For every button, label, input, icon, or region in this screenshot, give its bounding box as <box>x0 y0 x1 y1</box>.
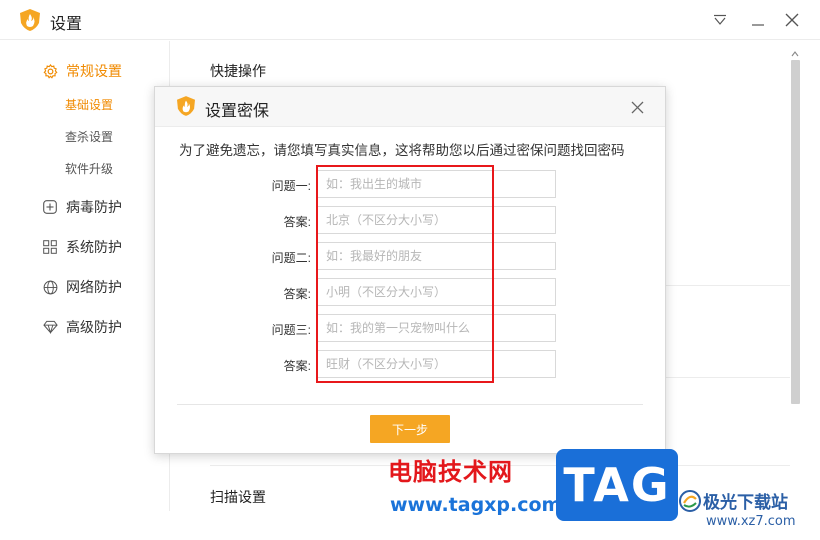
watermark-site-url: www.tagxp.com <box>390 494 562 516</box>
question-2-input[interactable] <box>317 242 556 270</box>
scroll-up-arrow-icon[interactable] <box>791 50 799 58</box>
sidebar-item-advanced-protection[interactable]: 高级防护 <box>42 315 122 339</box>
next-step-button[interactable]: 下一步 <box>370 415 450 443</box>
sidebar-item-label: 系统防护 <box>66 239 122 255</box>
dropdown-menu-button[interactable] <box>708 8 732 32</box>
watermark-xz-name: 极光下载站 <box>703 493 788 513</box>
dropdown-icon <box>714 14 726 25</box>
sidebar-item-general-settings[interactable]: 常规设置 <box>42 59 122 83</box>
answer-2-label: 答案: <box>283 287 311 301</box>
sidebar-item-virus-protection[interactable]: 病毒防护 <box>42 195 122 219</box>
answer-3-label: 答案: <box>283 359 311 373</box>
sidebar-item-label: 常规设置 <box>66 63 122 79</box>
question-1-label: 问题一: <box>271 179 311 193</box>
globe-icon <box>42 279 58 295</box>
diamond-icon <box>42 319 58 335</box>
sidebar-item-label: 病毒防护 <box>66 199 122 215</box>
sidebar-subitem-software-upgrade[interactable]: 软件升级 <box>65 160 113 178</box>
window-title: 设置 <box>50 16 83 33</box>
answer-2-input[interactable] <box>317 278 556 306</box>
close-icon <box>631 101 643 113</box>
title-bar: 设置 <box>0 0 820 40</box>
section-divider <box>666 377 790 378</box>
dialog-divider <box>177 404 643 405</box>
dialog-title: 设置密保 <box>205 103 270 120</box>
answer-3-input[interactable] <box>317 350 556 378</box>
dialog-header: 设置密保 <box>155 87 665 127</box>
gear-icon <box>42 63 58 79</box>
sidebar-subitem-basic-settings[interactable]: 基础设置 <box>65 96 113 114</box>
plus-square-icon <box>42 199 58 215</box>
question-3-input[interactable] <box>317 314 556 342</box>
dialog-description: 为了避免遗忘，请您填写真实信息，这将帮助您以后通过密保问题找回密码 <box>179 143 625 158</box>
section-title-scan-settings: 扫描设置 <box>210 489 266 505</box>
sidebar-item-label: 网络防护 <box>66 279 122 295</box>
xz-logo-icon <box>679 490 701 512</box>
question-2-label: 问题二: <box>271 251 311 265</box>
question-1-input[interactable] <box>317 170 556 198</box>
sidebar-subitem-scan-settings[interactable]: 查杀设置 <box>65 128 113 146</box>
sidebar-item-network-protection[interactable]: 网络防护 <box>42 275 122 299</box>
minimize-button[interactable] <box>746 8 770 32</box>
question-3-label: 问题三: <box>271 323 311 337</box>
section-title-quick-actions: 快捷操作 <box>210 63 266 79</box>
section-divider <box>666 285 790 286</box>
close-window-button[interactable] <box>780 8 804 32</box>
sidebar-item-system-protection[interactable]: 系统防护 <box>42 235 122 259</box>
scrollbar-thumb[interactable] <box>791 60 800 404</box>
windows-icon <box>42 239 58 255</box>
watermark-xz-url: www.xz7.com <box>706 514 796 529</box>
app-logo-icon <box>20 9 40 31</box>
answer-1-label: 答案: <box>283 215 311 229</box>
minimize-icon <box>752 24 764 26</box>
watermark-site-name: 电脑技术网 <box>388 458 513 486</box>
app-logo-icon <box>177 96 195 116</box>
dialog-close-button[interactable] <box>627 97 647 117</box>
close-icon <box>785 13 799 27</box>
security-question-dialog: 设置密保 为了避免遗忘，请您填写真实信息，这将帮助您以后通过密保问题找回密码 问… <box>154 86 666 454</box>
watermark-tag-logo: TAG <box>556 449 678 521</box>
sidebar-item-label: 高级防护 <box>66 319 122 335</box>
answer-1-input[interactable] <box>317 206 556 234</box>
